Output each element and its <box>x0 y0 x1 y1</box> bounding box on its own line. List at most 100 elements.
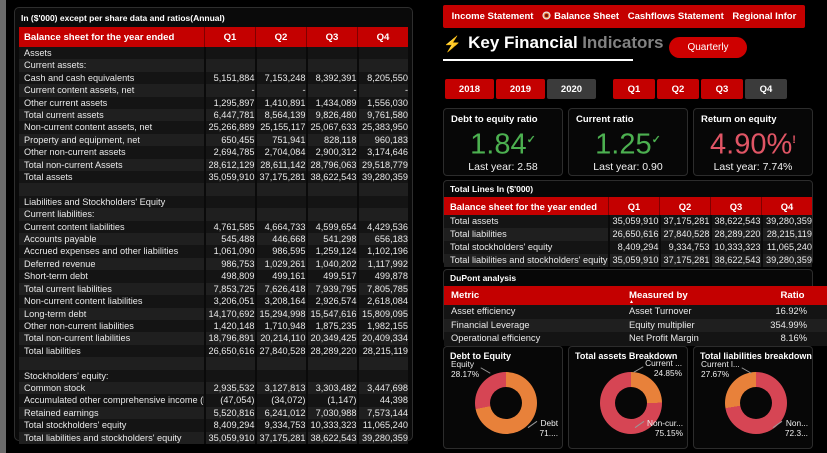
total-lines-header-row: Balance sheet for the year endedQ1Q2Q3Q4 <box>444 197 812 215</box>
row-value: 39,280,359 <box>762 254 813 267</box>
column-header-q1[interactable]: Q1 <box>609 197 660 215</box>
dupont-metric: Financial Leverage <box>444 319 622 333</box>
tab-income-statement[interactable]: Income Statement <box>452 11 534 22</box>
dupont-header-measured-by[interactable]: Measured by▲ <box>622 286 755 305</box>
donut-charts: Debt to EquityDebt71....Equity28.17%Tota… <box>443 346 813 449</box>
row-value: 4,429,536 <box>358 221 409 233</box>
dupont-measured-by: Asset Turnover <box>622 305 755 319</box>
donut-slice-label: Current ...24.85% <box>645 359 682 379</box>
dupont-ratio: 8.16% <box>755 332 827 346</box>
row-value <box>256 357 307 369</box>
row-value: 7,805,785 <box>358 283 409 295</box>
kpi-value: 1.84✓ <box>444 125 562 160</box>
row-label: Cash and cash equivalents <box>19 72 205 84</box>
row-label <box>19 183 205 195</box>
dashboard-root: In ($'000) except per share data and rat… <box>0 0 827 453</box>
row-value: 986,753 <box>205 258 256 270</box>
row-value: 3,206,051 <box>205 295 256 307</box>
row-value: 1,029,261 <box>256 258 307 270</box>
dupont-caption: DuPont analysis <box>444 270 812 286</box>
row-label: Current content liabilities <box>19 221 205 233</box>
year-button-2019[interactable]: 2019 <box>496 79 545 99</box>
dupont-header-metric[interactable]: Metric <box>444 286 622 305</box>
column-header-q4[interactable]: Q4 <box>358 27 409 47</box>
row-label: Total liabilities and stockholders' equi… <box>444 254 609 267</box>
tab-label: Regional Infor <box>732 11 796 22</box>
dupont-table: MetricMeasured by▲Ratio Asset efficiency… <box>444 286 827 346</box>
row-value: 28,612,129 <box>205 159 256 171</box>
column-header-q2[interactable]: Q2 <box>256 27 307 47</box>
row-value: 8,205,550 <box>358 72 409 84</box>
row-label: Liabilities and Stockholders' Equity <box>19 196 205 208</box>
quarter-button-q1[interactable]: Q1 <box>613 79 655 99</box>
table-row: Liabilities and Stockholders' Equity <box>19 196 408 208</box>
row-value: 37,175,281 <box>660 254 711 267</box>
row-value: 26,650,616 <box>205 345 256 357</box>
row-value: (47,054) <box>205 394 256 406</box>
kpi-subtext: Last year: 2.58 <box>444 161 562 173</box>
quarter-button-q4[interactable]: Q4 <box>745 79 787 99</box>
row-value: 1,259,124 <box>307 245 358 257</box>
row-value: 499,517 <box>307 270 358 282</box>
row-value: 39,280,359 <box>762 215 813 228</box>
dupont-header-ratio[interactable]: Ratio <box>755 286 827 305</box>
row-value: 2,935,532 <box>205 382 256 394</box>
row-label: Current liabilities: <box>19 208 205 220</box>
row-value: 20,214,110 <box>256 332 307 344</box>
table-row: Total stockholders' equity8,409,2949,334… <box>444 241 812 254</box>
table-row: Total non-current liabilities18,796,8912… <box>19 332 408 344</box>
column-header-q3[interactable]: Q3 <box>711 197 762 215</box>
quarter-button-q3[interactable]: Q3 <box>701 79 743 99</box>
row-value: 8,409,294 <box>205 419 256 431</box>
row-value: 44,398 <box>358 394 409 406</box>
table-row: Total current liabilities7,853,7257,626,… <box>19 283 408 295</box>
column-header-q4[interactable]: Q4 <box>762 197 813 215</box>
table-row: Total liabilities and stockholders' equi… <box>444 254 812 267</box>
table-row: Accounts payable545,488446,668541,298656… <box>19 233 408 245</box>
dupont-header-row: MetricMeasured by▲Ratio <box>444 286 827 305</box>
donut-chart[interactable] <box>475 372 537 434</box>
row-value: 1,117,992 <box>358 258 409 270</box>
column-header-q2[interactable]: Q2 <box>660 197 711 215</box>
tab-balance-sheet[interactable]: Balance Sheet <box>542 11 619 23</box>
row-value: 35,059,910 <box>609 254 660 267</box>
row-value: 828,118 <box>307 134 358 146</box>
check-icon: ✓ <box>527 134 536 146</box>
page-title-main: Key Financial <box>468 33 578 52</box>
table-row: Other current assets1,295,8971,410,8911,… <box>19 97 408 109</box>
total-lines-label-header[interactable]: Balance sheet for the year ended <box>444 197 609 215</box>
row-value: - <box>256 84 307 96</box>
donut-slice-label: Debt71.... <box>540 419 558 439</box>
row-value: 545,488 <box>205 233 256 245</box>
dupont-measured-by: Equity multiplier <box>622 319 755 333</box>
row-value <box>205 196 256 208</box>
row-value <box>358 47 409 59</box>
row-value: 499,161 <box>256 270 307 282</box>
quarter-button-q2[interactable]: Q2 <box>657 79 699 99</box>
donut-slice-label: Non...72.3... <box>785 419 808 439</box>
kpi-card-current-ratio: Current ratio1.25✓Last year: 0.90 <box>568 108 688 176</box>
row-label: Assets <box>19 47 205 59</box>
balance-sheet-label-header[interactable]: Balance sheet for the year ended <box>19 27 205 47</box>
donut-card-debt-to-equity: Debt to EquityDebt71....Equity28.17% <box>443 346 563 449</box>
tab-cashflows-statement[interactable]: Cashflows Statement <box>628 11 724 22</box>
column-header-q1[interactable]: Q1 <box>205 27 256 47</box>
table-row: Short-term debt498,809499,161499,517499,… <box>19 270 408 282</box>
tab-regional-infor[interactable]: Regional Infor <box>732 11 796 22</box>
balance-sheet-panel: In ($'000) except per share data and rat… <box>14 7 413 441</box>
row-value: 35,059,910 <box>205 432 256 444</box>
row-label: Other non-current assets <box>19 146 205 158</box>
column-header-q3[interactable]: Q3 <box>307 27 358 47</box>
row-value <box>256 183 307 195</box>
table-row: Total assets35,059,91037,175,28138,622,5… <box>19 171 408 183</box>
table-row: Total non-current Assets28,612,12928,611… <box>19 159 408 171</box>
row-value <box>358 183 409 195</box>
row-value: 28,796,063 <box>307 159 358 171</box>
row-value: 38,622,543 <box>307 171 358 183</box>
year-button-2020[interactable]: 2020 <box>547 79 596 99</box>
row-value: 541,298 <box>307 233 358 245</box>
row-value: 656,183 <box>358 233 409 245</box>
year-button-2018[interactable]: 2018 <box>445 79 494 99</box>
quarterly-button[interactable]: Quarterly <box>669 37 747 58</box>
row-value: 7,939,795 <box>307 283 358 295</box>
